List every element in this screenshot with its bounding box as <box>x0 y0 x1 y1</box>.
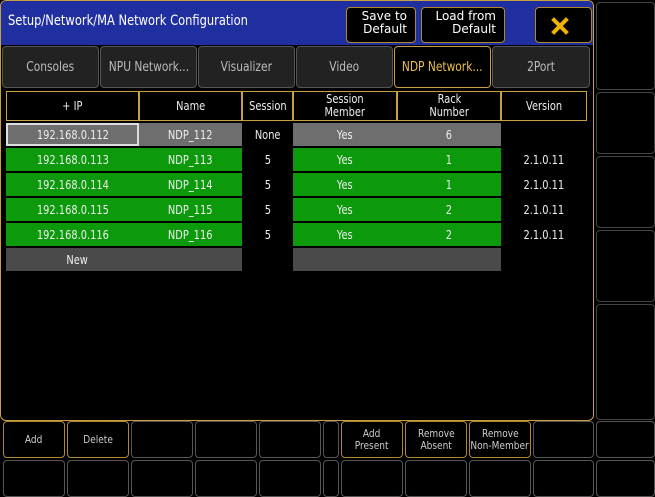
header-rack-number[interactable]: Rack Number <box>397 91 501 121</box>
table-row-session[interactable]: None <box>242 123 293 146</box>
table-row-version[interactable]: 2.1.0.11 <box>501 223 587 246</box>
remove-non-member-line2: Non-Member <box>470 438 530 452</box>
table-row-name[interactable]: NDP_112 <box>139 123 242 146</box>
side-panel-slot[interactable] <box>596 156 655 228</box>
save-label-line2: Default <box>363 22 407 36</box>
empty-key[interactable] <box>323 421 339 458</box>
side-panel-slot[interactable] <box>596 304 655 420</box>
table-row-name[interactable]: NDP_115 <box>139 198 242 221</box>
delete-button[interactable]: Delete <box>67 421 129 458</box>
side-panel-slot[interactable] <box>596 2 655 90</box>
empty-key[interactable] <box>533 460 594 497</box>
header-session[interactable]: Session <box>242 91 293 121</box>
empty-key[interactable] <box>195 421 257 458</box>
close-button[interactable] <box>535 7 592 43</box>
table-row-version[interactable]: 2.1.0.11 <box>501 198 587 221</box>
empty-key[interactable] <box>405 460 467 497</box>
table-row-version[interactable] <box>501 123 587 146</box>
empty-key[interactable] <box>131 460 193 497</box>
empty-key[interactable] <box>195 460 257 497</box>
table-row-member[interactable]: Yes <box>293 148 397 171</box>
add-present-line2: Present <box>355 438 389 452</box>
window-title: Setup/Network/MA Network Configuration <box>8 13 248 29</box>
load-from-default-button[interactable]: Load from Default <box>421 7 505 43</box>
table-row-version[interactable]: 2.1.0.11 <box>501 173 587 196</box>
header-ip[interactable]: + IP <box>6 91 139 121</box>
table-row-member[interactable]: Yes <box>293 123 397 146</box>
empty-key[interactable] <box>533 421 594 458</box>
table-row-ip[interactable]: 192.168.0.114 <box>6 173 139 196</box>
new-row-session[interactable] <box>242 248 293 271</box>
table-row-name[interactable]: NDP_113 <box>139 148 242 171</box>
side-panel-slot[interactable] <box>596 230 655 302</box>
empty-key[interactable] <box>323 460 339 497</box>
table-row-session[interactable]: 5 <box>242 223 293 246</box>
header-rack-line2: Number <box>429 105 469 119</box>
table-row-rack[interactable]: 2 <box>397 223 501 246</box>
new-row-fill[interactable] <box>293 248 501 271</box>
table-row-name[interactable]: NDP_116 <box>139 223 242 246</box>
table-row-member[interactable]: Yes <box>293 223 397 246</box>
table-row-rack[interactable]: 1 <box>397 148 501 171</box>
empty-key[interactable] <box>131 421 193 458</box>
table-row-ip[interactable]: 192.168.0.113 <box>6 148 139 171</box>
tab-npu-network[interactable]: NPU Network... <box>100 46 197 88</box>
empty-key[interactable] <box>259 460 321 497</box>
save-to-default-button[interactable]: Save to Default <box>346 7 416 43</box>
empty-key[interactable] <box>67 460 129 497</box>
empty-key[interactable] <box>259 421 321 458</box>
empty-key[interactable] <box>596 460 655 497</box>
empty-key[interactable] <box>3 460 65 497</box>
add-button[interactable]: Add <box>3 421 65 458</box>
close-icon <box>550 17 569 35</box>
table-row-version[interactable]: 2.1.0.11 <box>501 148 587 171</box>
empty-key[interactable] <box>341 460 403 497</box>
new-row-version[interactable] <box>501 248 587 271</box>
table-row-name[interactable]: NDP_114 <box>139 173 242 196</box>
remove-non-member-button[interactable]: Remove Non-Member <box>469 421 531 458</box>
ndp-table: + IP Name Session Session Member Rack Nu… <box>6 91 587 278</box>
header-session-member-line2: Member <box>324 105 366 119</box>
tab-2port[interactable]: 2Port <box>492 46 590 88</box>
table-row-ip[interactable]: 192.168.0.112 <box>6 123 139 146</box>
table-row-rack[interactable]: 1 <box>397 173 501 196</box>
table-row-ip[interactable]: 192.168.0.116 <box>6 223 139 246</box>
header-version[interactable]: Version <box>501 91 587 121</box>
table-row-member[interactable]: Yes <box>293 173 397 196</box>
add-present-button[interactable]: Add Present <box>341 421 403 458</box>
new-row-button[interactable]: New <box>6 248 242 271</box>
table-row-session[interactable]: 5 <box>242 148 293 171</box>
tab-video[interactable]: Video <box>296 46 393 88</box>
tab-consoles[interactable]: Consoles <box>2 46 99 88</box>
empty-key[interactable] <box>469 460 531 497</box>
side-panel-slot[interactable] <box>596 92 655 154</box>
table-row-member[interactable]: Yes <box>293 198 397 221</box>
table-row-session[interactable]: 5 <box>242 173 293 196</box>
table-row-ip[interactable]: 192.168.0.115 <box>6 198 139 221</box>
table-row-rack[interactable]: 2 <box>397 198 501 221</box>
table-row-rack[interactable]: 6 <box>397 123 501 146</box>
tab-visualizer[interactable]: Visualizer <box>198 46 295 88</box>
remove-absent-line2: Absent <box>420 438 452 452</box>
header-name[interactable]: Name <box>139 91 242 121</box>
remove-absent-button[interactable]: Remove Absent <box>405 421 467 458</box>
tab-ndp-network[interactable]: NDP Network... <box>394 46 491 88</box>
table-row-session[interactable]: 5 <box>242 198 293 221</box>
empty-key[interactable] <box>596 421 655 458</box>
load-label-line2: Default <box>452 22 496 36</box>
header-session-member[interactable]: Session Member <box>293 91 397 121</box>
